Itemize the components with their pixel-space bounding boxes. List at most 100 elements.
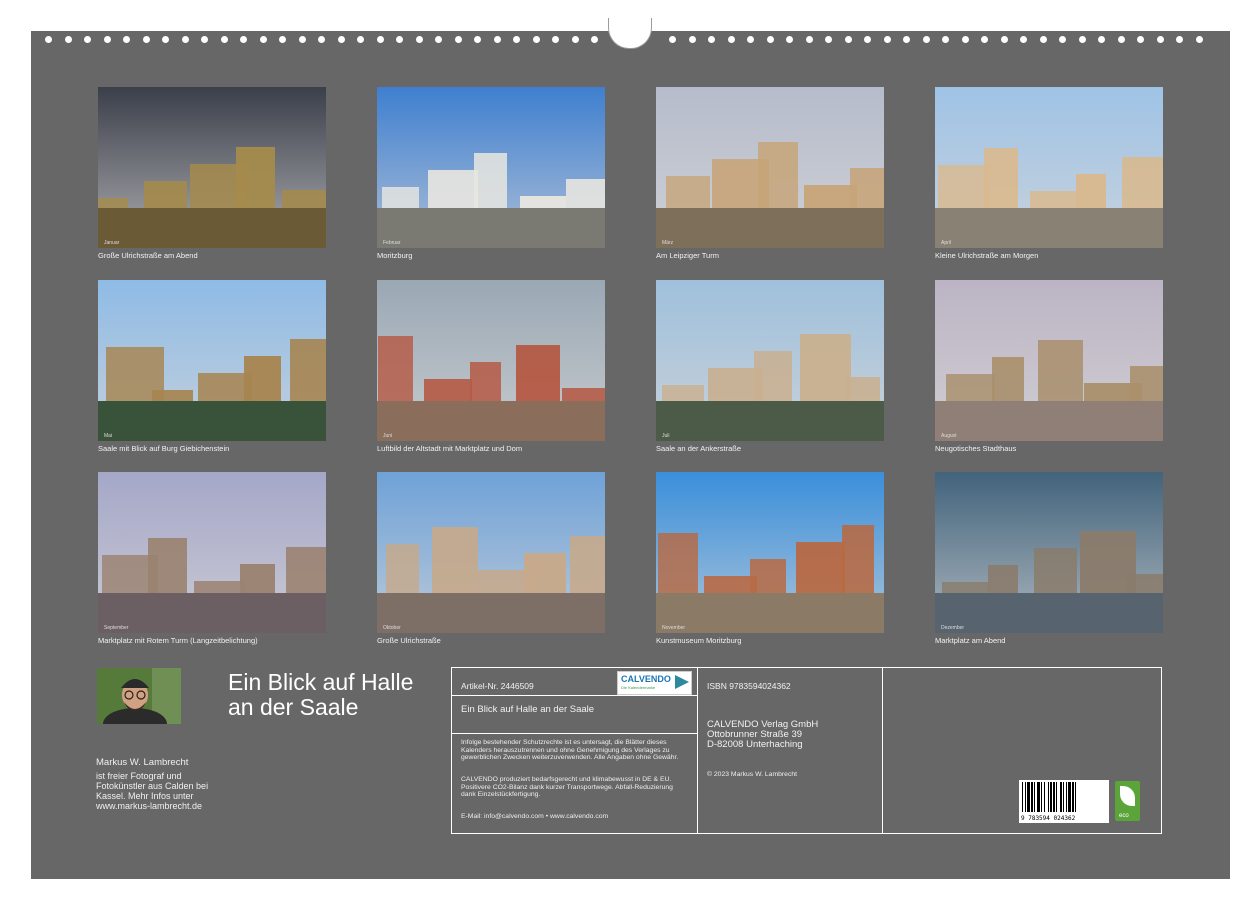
- binding-hole: [669, 36, 676, 43]
- binding-hole: [64, 36, 72, 43]
- photo-ground: [98, 593, 326, 633]
- binding-hole: [571, 36, 579, 43]
- barcode-bar: [1063, 782, 1064, 812]
- month-photo: Januar: [98, 87, 326, 248]
- binding-hole: [1117, 36, 1125, 43]
- article-number: Artikel-Nr. 2446509: [461, 681, 534, 691]
- binding-hole: [825, 36, 832, 43]
- photo-ground: [656, 208, 884, 248]
- photo-ground: [935, 208, 1163, 248]
- author-photo: [97, 668, 181, 724]
- binding-hole: [298, 36, 306, 43]
- binding-hole: [981, 36, 988, 43]
- barcode-bar: [1041, 782, 1042, 812]
- month-label: Februar: [383, 240, 401, 246]
- publisher-city: D-82008 Unterhaching: [707, 739, 803, 750]
- binding-hole: [1039, 36, 1047, 43]
- contact-line: E-Mail: info@calvendo.com • www.calvendo…: [461, 813, 609, 820]
- photo-ground: [377, 401, 605, 441]
- binding-hole: [201, 36, 208, 43]
- binding-hole: [84, 36, 91, 43]
- month-label: Januar: [104, 240, 120, 246]
- binding-hole: [435, 36, 442, 43]
- binding-hole: [337, 36, 345, 43]
- photo-caption: Große Ulrichstraße am Abend: [98, 251, 198, 260]
- barcode-bar: [1056, 782, 1057, 812]
- binding-hole: [688, 36, 696, 43]
- month-label: April: [941, 240, 952, 246]
- photo-caption: Luftbild der Altstadt mit Marktplatz und…: [377, 444, 523, 453]
- logo-subtitle: Die Kalendermarke: [621, 685, 656, 690]
- barcode-bar: [1072, 782, 1074, 812]
- binding-hole: [591, 36, 598, 43]
- barcode-bar: [1060, 782, 1062, 812]
- barcode-bar: [1044, 782, 1045, 812]
- binding-hole: [162, 36, 169, 43]
- binding-hole: [942, 36, 949, 43]
- month-photo: März: [656, 87, 884, 248]
- photo-caption: Am Leipziger Turm: [656, 251, 719, 260]
- binding-hole: [259, 36, 267, 43]
- month-photo: Februar: [377, 87, 605, 248]
- binding-hole: [786, 36, 793, 43]
- photo-caption: Marktplatz am Abend: [935, 636, 1006, 645]
- month-label: Oktober: [383, 625, 401, 631]
- legal-text-rights: Infolge bestehender Schutzrechte ist es …: [461, 739, 679, 762]
- photo-ground: [377, 593, 605, 633]
- barcode-bar: [1068, 782, 1071, 812]
- photo-caption: Marktplatz mit Rotem Turm (Langzeitbelic…: [98, 636, 258, 645]
- barcode-bar: [1025, 782, 1026, 812]
- barcode: 9 783594 024362: [1019, 780, 1109, 823]
- calendar-title: Ein Blick auf Halle an der Saale: [228, 669, 414, 720]
- eco-badge: eco: [1115, 781, 1140, 821]
- binding-hole: [552, 36, 559, 43]
- month-photo: Juli: [656, 280, 884, 441]
- divider: [882, 668, 883, 833]
- barcode-bar: [1066, 782, 1067, 812]
- month-photo: Juni: [377, 280, 605, 441]
- binding-hole: [1195, 36, 1203, 43]
- hanger-notch: [608, 18, 652, 49]
- binding-hole: [766, 36, 774, 43]
- binding-hole: [961, 36, 969, 43]
- binding-hole: [1078, 36, 1086, 43]
- barcode-bar: [1031, 782, 1033, 812]
- divider: [452, 733, 697, 734]
- photo-ground: [98, 208, 326, 248]
- binding-hole: [240, 36, 247, 43]
- binding-hole: [279, 36, 286, 43]
- photo-caption: Große Ulrichstraße: [377, 636, 441, 645]
- month-label: Juli: [662, 433, 670, 439]
- binding-hole: [1156, 36, 1164, 43]
- photo-caption: Neugotisches Stadthaus: [935, 444, 1017, 453]
- binding-hole: [220, 36, 228, 43]
- binding-hole: [1098, 36, 1105, 43]
- wire-binding: [31, 18, 1230, 52]
- photo-caption: Kleine Ulrichstraße am Morgen: [935, 251, 1039, 260]
- divider: [452, 695, 697, 696]
- isbn: ISBN 9783594024362: [707, 681, 791, 691]
- binding-hole: [1059, 36, 1066, 43]
- barcode-bar: [1037, 782, 1040, 812]
- eco-label: eco: [1119, 813, 1129, 819]
- binding-hole: [1137, 36, 1144, 43]
- binding-hole: [318, 36, 325, 43]
- photo-ground: [656, 401, 884, 441]
- binding-hole: [1000, 36, 1008, 43]
- binding-hole: [142, 36, 150, 43]
- leaf-icon: [1120, 786, 1135, 806]
- photo-caption: Moritzburg: [377, 251, 413, 260]
- copyright: © 2023 Markus W. Lambrecht: [707, 771, 798, 778]
- binding-hole: [727, 36, 735, 43]
- photo-caption: Saale an der Ankerstraße: [656, 444, 742, 453]
- legal-text-climate: CALVENDO produziert bedarfsgerecht und k…: [461, 776, 673, 799]
- barcode-bar: [1022, 782, 1023, 812]
- month-label: März: [662, 240, 674, 246]
- month-label: September: [104, 625, 129, 631]
- month-label: Mai: [104, 433, 113, 439]
- month-photo: Oktober: [377, 472, 605, 633]
- binding-hole: [747, 36, 754, 43]
- binding-hole: [376, 36, 384, 43]
- month-photo: April: [935, 87, 1163, 248]
- logo-mark-icon: [675, 675, 689, 689]
